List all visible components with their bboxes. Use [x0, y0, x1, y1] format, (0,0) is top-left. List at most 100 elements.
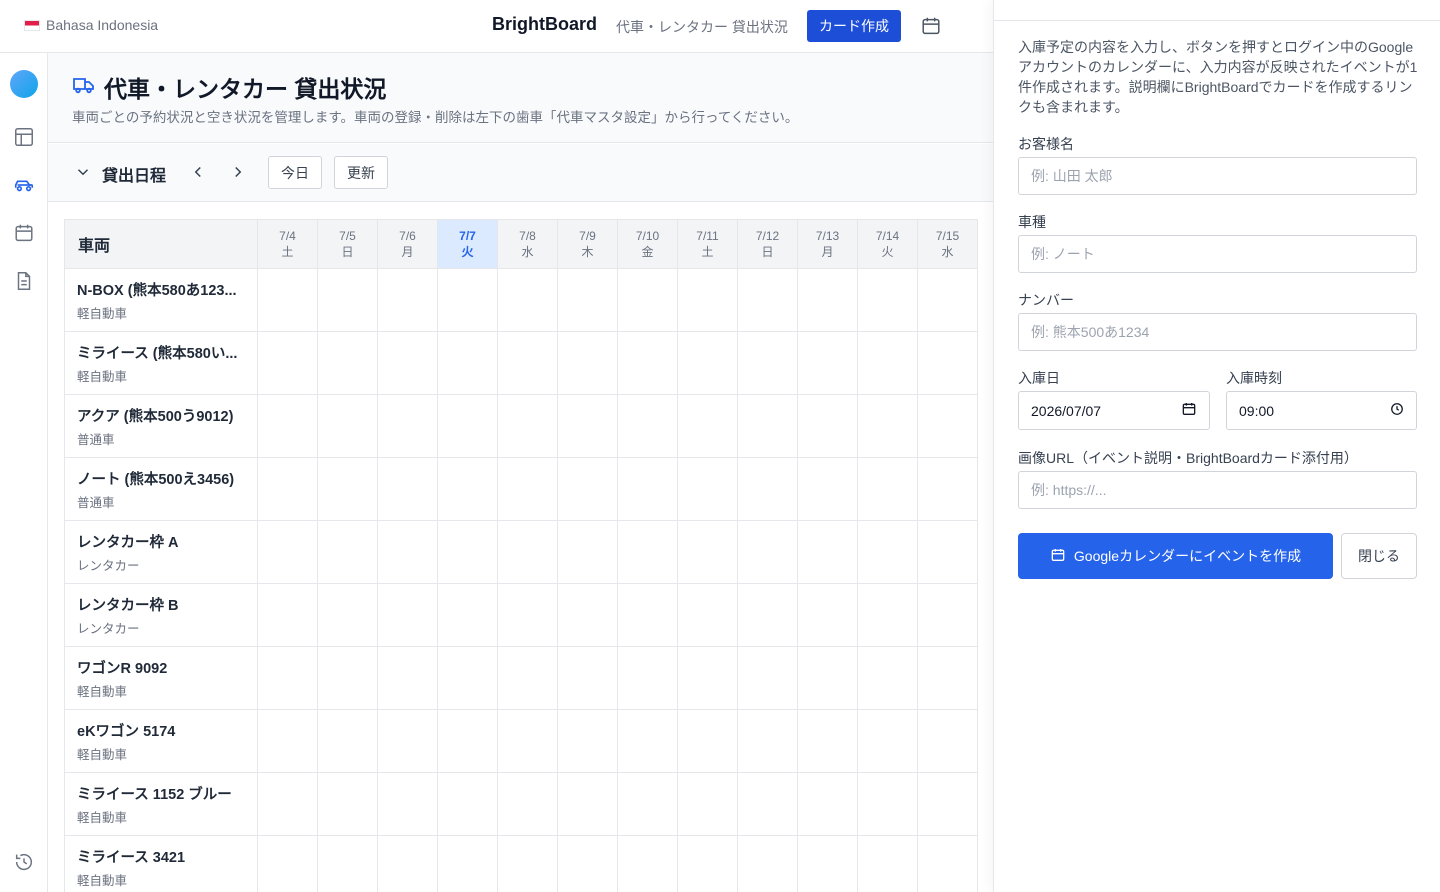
- model-input[interactable]: [1018, 235, 1417, 273]
- schedule-cell[interactable]: [497, 394, 558, 458]
- schedule-cell[interactable]: [737, 583, 798, 647]
- vehicle-cell[interactable]: ミライース 3421 軽自動車: [64, 835, 258, 892]
- vehicle-cell[interactable]: ミライース (熊本580い... 軽自動車: [64, 331, 258, 395]
- schedule-cell[interactable]: [677, 268, 738, 332]
- schedule-cell[interactable]: [857, 331, 918, 395]
- board-layout-icon[interactable]: [13, 126, 35, 148]
- schedule-cell[interactable]: [377, 331, 438, 395]
- schedule-cell[interactable]: [917, 520, 978, 584]
- vehicle-cell[interactable]: N-BOX (熊本580あ123... 軽自動車: [64, 268, 258, 332]
- schedule-cell[interactable]: [437, 457, 498, 521]
- schedule-cell[interactable]: [317, 394, 378, 458]
- schedule-cell[interactable]: [377, 772, 438, 836]
- schedule-cell[interactable]: [797, 709, 858, 773]
- schedule-cell[interactable]: [557, 835, 618, 892]
- schedule-cell[interactable]: [797, 457, 858, 521]
- schedule-cell[interactable]: [437, 772, 498, 836]
- schedule-cell[interactable]: [737, 646, 798, 710]
- schedule-cell[interactable]: [797, 268, 858, 332]
- schedule-cell[interactable]: [917, 583, 978, 647]
- schedule-cell[interactable]: [917, 268, 978, 332]
- schedule-cell[interactable]: [677, 835, 738, 892]
- schedule-cell[interactable]: [377, 709, 438, 773]
- schedule-cell[interactable]: [317, 268, 378, 332]
- schedule-cell[interactable]: [497, 835, 558, 892]
- schedule-cell[interactable]: [257, 709, 318, 773]
- close-button[interactable]: 閉じる: [1341, 533, 1417, 579]
- customer-input[interactable]: [1018, 157, 1417, 195]
- schedule-cell[interactable]: [437, 520, 498, 584]
- schedule-cell[interactable]: [797, 520, 858, 584]
- schedule-cell[interactable]: [497, 646, 558, 710]
- number-input[interactable]: [1018, 313, 1417, 351]
- schedule-cell[interactable]: [317, 457, 378, 521]
- schedule-cell[interactable]: [257, 394, 318, 458]
- schedule-cell[interactable]: [437, 268, 498, 332]
- schedule-cell[interactable]: [317, 646, 378, 710]
- schedule-cell[interactable]: [557, 520, 618, 584]
- schedule-cell[interactable]: [377, 268, 438, 332]
- schedule-cell[interactable]: [677, 583, 738, 647]
- chevron-right-icon[interactable]: [227, 161, 249, 183]
- schedule-cell[interactable]: [857, 394, 918, 458]
- schedule-cell[interactable]: [257, 646, 318, 710]
- schedule-cell[interactable]: [677, 520, 738, 584]
- create-google-event-button[interactable]: Googleカレンダーにイベントを作成: [1018, 533, 1333, 579]
- schedule-cell[interactable]: [677, 457, 738, 521]
- schedule-cell[interactable]: [617, 520, 678, 584]
- schedule-cell[interactable]: [437, 646, 498, 710]
- schedule-cell[interactable]: [737, 709, 798, 773]
- vehicle-cell[interactable]: レンタカー枠 A レンタカー: [64, 520, 258, 584]
- schedule-cell[interactable]: [317, 709, 378, 773]
- schedule-cell[interactable]: [257, 583, 318, 647]
- schedule-cell[interactable]: [257, 520, 318, 584]
- schedule-cell[interactable]: [737, 520, 798, 584]
- schedule-cell[interactable]: [617, 394, 678, 458]
- schedule-cell[interactable]: [377, 835, 438, 892]
- schedule-cell[interactable]: [557, 583, 618, 647]
- clock-icon[interactable]: [1390, 402, 1404, 419]
- vehicle-cell[interactable]: ノート (熊本500え3456) 普通車: [64, 457, 258, 521]
- schedule-cell[interactable]: [497, 772, 558, 836]
- schedule-cell[interactable]: [797, 394, 858, 458]
- schedule-cell[interactable]: [437, 394, 498, 458]
- today-button[interactable]: 今日: [268, 156, 322, 189]
- schedule-cell[interactable]: [497, 583, 558, 647]
- schedule-cell[interactable]: [617, 583, 678, 647]
- schedule-cell[interactable]: [797, 835, 858, 892]
- image-url-input[interactable]: [1018, 471, 1417, 509]
- date-input[interactable]: 2026/07/07: [1018, 391, 1210, 430]
- schedule-cell[interactable]: [317, 583, 378, 647]
- schedule-cell[interactable]: [497, 331, 558, 395]
- schedule-cell[interactable]: [737, 268, 798, 332]
- schedule-cell[interactable]: [317, 772, 378, 836]
- schedule-cell[interactable]: [677, 709, 738, 773]
- vehicle-cell[interactable]: ワゴンR 9092 軽自動車: [64, 646, 258, 710]
- schedule-cell[interactable]: [257, 457, 318, 521]
- schedule-cell[interactable]: [377, 394, 438, 458]
- schedule-cell[interactable]: [557, 457, 618, 521]
- schedule-cell[interactable]: [677, 331, 738, 395]
- schedule-cell[interactable]: [917, 457, 978, 521]
- avatar[interactable]: [10, 70, 38, 98]
- schedule-cell[interactable]: [617, 457, 678, 521]
- schedule-cell[interactable]: [437, 835, 498, 892]
- schedule-cell[interactable]: [737, 772, 798, 836]
- language-selector[interactable]: Bahasa Indonesia: [24, 17, 158, 33]
- schedule-cell[interactable]: [557, 772, 618, 836]
- schedule-cell[interactable]: [737, 457, 798, 521]
- create-card-button[interactable]: カード作成: [807, 10, 901, 42]
- schedule-cell[interactable]: [917, 646, 978, 710]
- schedule-cell[interactable]: [317, 331, 378, 395]
- schedule-cell[interactable]: [857, 268, 918, 332]
- schedule-cell[interactable]: [377, 583, 438, 647]
- car-icon[interactable]: [13, 174, 35, 196]
- schedule-cell[interactable]: [917, 394, 978, 458]
- schedule-cell[interactable]: [617, 331, 678, 395]
- schedule-cell[interactable]: [557, 268, 618, 332]
- schedule-cell[interactable]: [377, 520, 438, 584]
- schedule-cell[interactable]: [797, 646, 858, 710]
- schedule-cell[interactable]: [617, 646, 678, 710]
- schedule-cell[interactable]: [857, 457, 918, 521]
- vehicle-cell[interactable]: レンタカー枠 B レンタカー: [64, 583, 258, 647]
